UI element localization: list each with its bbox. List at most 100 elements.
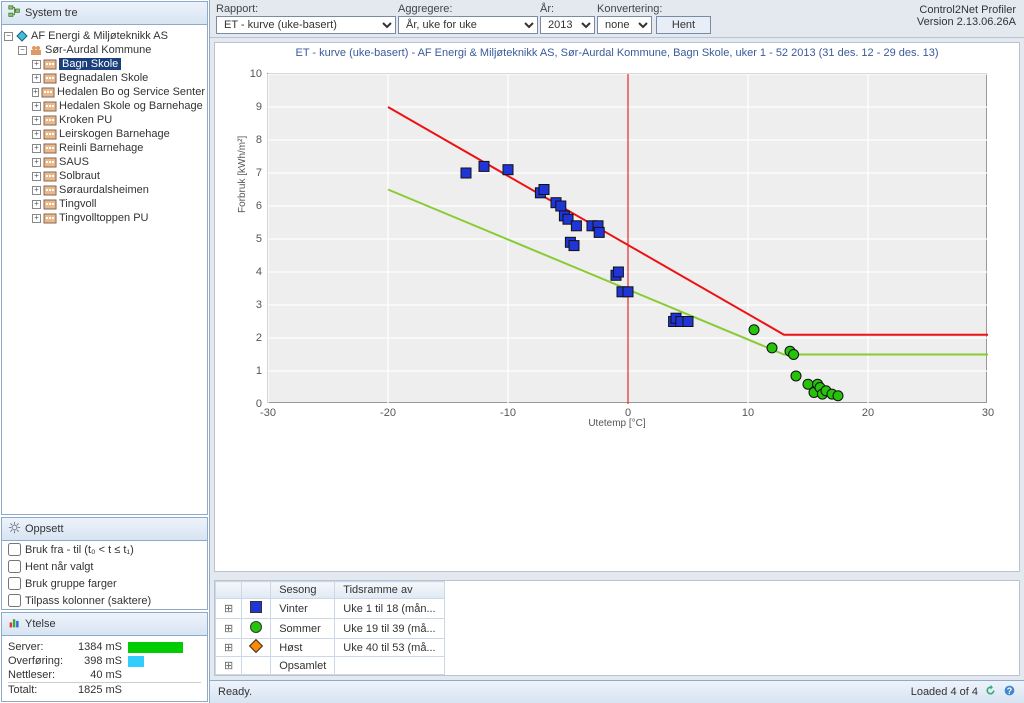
collapse-icon[interactable]: − <box>4 32 13 41</box>
seasons-table[interactable]: SesongTidsramme av⊞VinterUke 1 til 18 (m… <box>215 581 445 675</box>
tree-item[interactable]: + Leirskogen Barnehage <box>4 127 205 141</box>
tree-item-label: Begnadalen Skole <box>59 72 148 84</box>
season-time: Uke 19 til 39 (må... <box>335 619 444 639</box>
node-icon <box>43 100 57 112</box>
tree-root[interactable]: − AF Energi & Miljøteknikk AS <box>4 29 205 43</box>
konvertering-label: Konvertering: <box>597 3 711 15</box>
svg-text:3: 3 <box>256 299 262 311</box>
season-time: Uke 40 til 53 (må... <box>335 639 444 657</box>
expand-cell[interactable]: ⊞ <box>216 619 242 639</box>
oppsett-checkbox[interactable] <box>8 594 21 607</box>
expand-icon[interactable]: + <box>32 144 41 153</box>
ar-select[interactable]: 2013 <box>540 16 595 34</box>
tree-item-label: Leirskogen Barnehage <box>59 128 170 140</box>
oppsett-label: Bruk fra - til (t₀ < t ≤ t₁) <box>25 544 134 556</box>
tree-item[interactable]: + Begnadalen Skole <box>4 71 205 85</box>
status-loaded: Loaded 4 of 4 <box>911 686 978 698</box>
tree-item-label: Hedalen Bo og Service Senter <box>57 86 205 98</box>
svg-text:10: 10 <box>250 68 262 80</box>
node-icon <box>43 128 57 140</box>
expand-icon[interactable]: + <box>32 60 41 69</box>
node-icon <box>43 170 57 182</box>
svg-text:9: 9 <box>256 101 262 113</box>
tree-item[interactable]: +Hedalen Skole og Barnehage <box>4 99 205 113</box>
season-row[interactable]: ⊞Opsamlet <box>216 657 445 675</box>
season-marker <box>242 599 271 619</box>
chart-plot: 012345678910-30-20-100102030 <box>267 73 987 403</box>
tree-item[interactable]: + Tingvoll <box>4 197 205 211</box>
season-marker <box>242 639 271 657</box>
oppsett-checkbox[interactable] <box>8 560 21 573</box>
tree-item-label: AF Energi & Miljøteknikk AS <box>31 30 168 42</box>
oppsett-option[interactable]: Bruk gruppe farger <box>2 575 207 592</box>
tree-item[interactable]: +SAUS <box>4 155 205 169</box>
tree-item[interactable]: +Kroken PU <box>4 113 205 127</box>
expand-icon[interactable]: + <box>32 130 41 139</box>
oppsett-option[interactable]: Bruk fra - til (t₀ < t ≤ t₁) <box>2 541 207 558</box>
status-ready: Ready. <box>218 686 252 698</box>
expand-icon[interactable]: + <box>32 102 41 111</box>
expand-icon[interactable]: + <box>32 200 41 209</box>
node-icon <box>43 198 57 210</box>
refresh-icon[interactable] <box>984 684 997 700</box>
totalt-value: 1825 mS <box>72 684 122 696</box>
season-time <box>335 657 444 675</box>
system-tree[interactable]: −AF Energi & Miljøteknikk AS−Sør-Aurdal … <box>2 25 207 514</box>
collapse-icon[interactable]: − <box>18 46 27 55</box>
tree-item[interactable]: +Solbraut <box>4 169 205 183</box>
oppsett-checkbox[interactable] <box>8 543 21 556</box>
expand-icon[interactable]: + <box>32 74 41 83</box>
svg-text:4: 4 <box>256 266 262 278</box>
tree-item[interactable]: + Hedalen Bo og Service Senter <box>4 85 205 99</box>
seasons-table-panel: SesongTidsramme av⊞VinterUke 1 til 18 (m… <box>214 580 1020 676</box>
report-toolbar: Rapport: ET - kurve (uke-basert) Aggrege… <box>210 0 1024 38</box>
node-icon <box>43 114 57 126</box>
col-sesong[interactable]: Sesong <box>271 582 335 599</box>
expand-icon[interactable]: + <box>32 214 41 223</box>
expand-cell[interactable]: ⊞ <box>216 639 242 657</box>
rapport-select[interactable]: ET - kurve (uke-basert) <box>216 16 396 34</box>
node-icon <box>43 58 57 70</box>
expand-cell[interactable]: ⊞ <box>216 599 242 619</box>
tree-item[interactable]: + Reinli Barnehage <box>4 141 205 155</box>
help-icon[interactable]: ? <box>1003 684 1016 700</box>
brand-version: Version 2.13.06.26A <box>917 16 1016 28</box>
season-row[interactable]: ⊞VinterUke 1 til 18 (mån... <box>216 599 445 619</box>
people-icon <box>29 44 43 56</box>
tree-item[interactable]: +Søraurdalsheimen <box>4 183 205 197</box>
season-row[interactable]: ⊞ SommerUke 19 til 39 (må... <box>216 619 445 639</box>
tree-item-label: Sør-Aurdal Kommune <box>45 44 151 56</box>
ar-label: År: <box>540 3 595 15</box>
server-label: Server: <box>8 641 66 653</box>
expand-icon[interactable]: + <box>32 172 41 181</box>
tree-kommune[interactable]: − Sør-Aurdal Kommune <box>4 43 205 57</box>
ytelse-header: Ytelse <box>2 613 207 636</box>
expand-icon[interactable]: + <box>32 116 41 125</box>
expand-cell[interactable]: ⊞ <box>216 657 242 675</box>
season-name: Vinter <box>271 599 335 619</box>
season-marker <box>242 619 271 639</box>
tree-item[interactable]: +Bagn Skole <box>4 57 205 71</box>
server-bar <box>128 642 183 653</box>
konvertering-select[interactable]: none <box>597 16 652 34</box>
expand-icon[interactable]: + <box>32 186 41 195</box>
oppsett-option[interactable]: Tilpass kolonner (saktere) <box>2 592 207 609</box>
tree-icon <box>8 5 21 21</box>
tree-item-label: Tingvoll <box>59 198 97 210</box>
aggregere-select[interactable]: År, uke for uke <box>398 16 538 34</box>
col-tid[interactable]: Tidsramme av <box>335 582 444 599</box>
tree-item-label: Reinli Barnehage <box>59 142 143 154</box>
oppsett-option[interactable]: Hent når valgt <box>2 558 207 575</box>
hent-button[interactable]: Hent <box>656 16 711 34</box>
svg-text:?: ? <box>1007 686 1012 696</box>
expand-icon[interactable]: + <box>32 158 41 167</box>
expand-icon[interactable]: + <box>32 88 39 97</box>
chart-ylabel: Forbruk [kWh/m²] <box>237 136 248 213</box>
season-row[interactable]: ⊞HøstUke 40 til 53 (må... <box>216 639 445 657</box>
oppsett-title: Oppsett <box>25 523 64 535</box>
oppsett-label: Tilpass kolonner (saktere) <box>25 595 151 607</box>
tree-item[interactable]: +Tingvolltoppen PU <box>4 211 205 225</box>
season-name: Sommer <box>271 619 335 639</box>
oppsett-checkbox[interactable] <box>8 577 21 590</box>
svg-text:8: 8 <box>256 134 262 146</box>
